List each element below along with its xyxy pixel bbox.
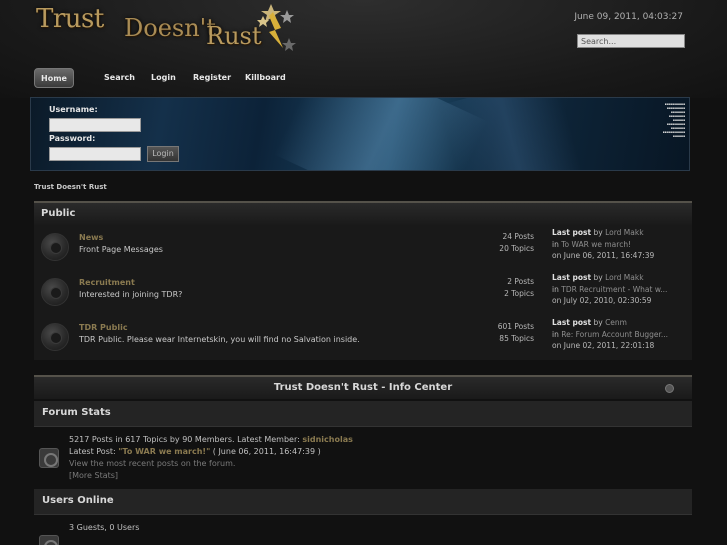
more-stats-link[interactable]: [More Stats] bbox=[69, 471, 118, 480]
by-word: by bbox=[593, 273, 603, 282]
last-post-topic[interactable]: TDR Recruitment - What w... bbox=[561, 285, 667, 294]
board-row: Recruitment Interested in joining TDR? 2… bbox=[34, 270, 692, 315]
stats-summary: 5217 Posts in 617 Topics by 90 Members. … bbox=[69, 435, 353, 444]
board-topics: 2 Topics bbox=[504, 289, 534, 298]
in-word: in bbox=[552, 329, 559, 339]
last-post-user[interactable]: Cenm bbox=[605, 318, 627, 327]
board-stats: 2 Posts 2 Topics bbox=[504, 276, 534, 300]
login-banner: Username: Password: Login ▪▪▪▪▪▪▪▪▪▪ ▪▪▪▪… bbox=[30, 97, 690, 171]
board-name[interactable]: Recruitment bbox=[79, 278, 135, 287]
search-input[interactable]: Search... bbox=[577, 34, 685, 48]
logo-stars-icon bbox=[257, 4, 296, 51]
board-status-icon bbox=[41, 233, 69, 261]
latest-post-line: Latest Post: "To WAR we march!" ( June 0… bbox=[69, 447, 321, 456]
board-description: Interested in joining TDR? bbox=[79, 290, 183, 299]
board-posts: 24 Posts bbox=[502, 232, 534, 241]
forum-stats-header: Forum Stats bbox=[34, 401, 692, 427]
logo-word-2: Doesn't bbox=[124, 14, 216, 42]
stats-summary-text: 5217 Posts in 617 Topics by 90 Members. … bbox=[69, 435, 300, 444]
board-last-post: Last post by Cenm in Re: Forum Account B… bbox=[552, 317, 668, 352]
forum-stats-title: Forum Stats bbox=[42, 407, 111, 418]
last-post-label: Last post bbox=[552, 228, 592, 237]
recent-posts-link[interactable]: View the most recent posts on the forum. bbox=[69, 459, 235, 468]
nav-search[interactable]: Search bbox=[104, 68, 135, 88]
password-label: Password: bbox=[49, 134, 96, 143]
info-center-title: Trust Doesn't Rust - Info Center bbox=[273, 382, 453, 393]
board-stats: 601 Posts 85 Topics bbox=[498, 321, 534, 345]
board-last-post: Last post by Lord Makk in To WAR we marc… bbox=[552, 227, 654, 262]
info-center-header: Trust Doesn't Rust - Info Center bbox=[34, 375, 692, 399]
last-post-label: Last post bbox=[552, 318, 592, 327]
last-post-label: Last post bbox=[552, 273, 592, 282]
category-title[interactable]: Public bbox=[41, 208, 75, 219]
in-word: in bbox=[552, 239, 559, 249]
banner-decoration: ▪▪▪▪▪▪▪▪▪▪ ▪▪▪▪▪▪▪▪▪ ▪▪▪▪▪▪▪ ▪▪▪▪▪▪▪▪ ▪▪▪▪▪▪… bbox=[662, 102, 685, 138]
board-name[interactable]: News bbox=[79, 233, 103, 242]
last-post-topic[interactable]: To WAR we march! bbox=[561, 240, 631, 249]
category-header-public: Public bbox=[34, 201, 692, 225]
username-field[interactable] bbox=[49, 118, 141, 132]
board-posts: 601 Posts bbox=[497, 322, 534, 331]
current-datetime: June 09, 2011, 04:03:27 bbox=[574, 12, 683, 22]
last-post-user[interactable]: Lord Makk bbox=[605, 273, 644, 282]
board-topics: 20 Topics bbox=[499, 244, 534, 253]
users-online-title: Users Online bbox=[42, 495, 114, 506]
username-label: Username: bbox=[49, 105, 98, 114]
nav-login[interactable]: Login bbox=[151, 68, 176, 88]
latest-post-prefix: Latest Post: bbox=[69, 447, 116, 456]
site-header: Trust Doesn't Rust June 09, 2011, 04:03:… bbox=[0, 0, 727, 98]
collapse-toggle-icon[interactable] bbox=[665, 384, 674, 393]
board-row: TDR Public TDR Public. Please wear Inter… bbox=[34, 315, 692, 360]
board-description: Front Page Messages bbox=[79, 245, 163, 254]
nav-killboard[interactable]: Killboard bbox=[245, 68, 286, 88]
site-logo[interactable]: Trust Doesn't Rust bbox=[34, 2, 296, 62]
password-field[interactable] bbox=[49, 147, 141, 161]
board-status-icon bbox=[41, 323, 69, 351]
logo-word-1: Trust bbox=[36, 4, 104, 34]
breadcrumb[interactable]: Trust Doesn't Rust bbox=[34, 183, 107, 191]
login-button[interactable]: Login bbox=[147, 146, 179, 162]
latest-post-link[interactable]: "To WAR we march!" bbox=[118, 447, 210, 456]
users-online-icon bbox=[39, 535, 59, 545]
latest-member-link[interactable]: sidnicholas bbox=[302, 435, 353, 444]
last-post-user[interactable]: Lord Makk bbox=[605, 228, 644, 237]
nav-register[interactable]: Register bbox=[193, 68, 231, 88]
latest-post-date: ( June 06, 2011, 16:47:39 ) bbox=[212, 447, 321, 456]
users-online-count: 3 Guests, 0 Users bbox=[69, 523, 140, 532]
board-topics: 85 Topics bbox=[499, 334, 534, 343]
nav-home[interactable]: Home bbox=[34, 68, 74, 88]
board-status-icon bbox=[41, 278, 69, 306]
in-word: in bbox=[552, 284, 559, 294]
last-post-date: on June 02, 2011, 22:01:18 bbox=[552, 341, 655, 350]
by-word: by bbox=[593, 228, 603, 237]
board-last-post: Last post by Lord Makk in TDR Recruitmen… bbox=[552, 272, 667, 307]
board-description: TDR Public. Please wear Internetskin, yo… bbox=[79, 335, 360, 344]
board-stats: 24 Posts 20 Topics bbox=[499, 231, 534, 255]
last-post-date: on June 06, 2011, 16:47:39 bbox=[552, 251, 655, 260]
by-word: by bbox=[593, 318, 603, 327]
last-post-topic[interactable]: Re: Forum Account Bugger... bbox=[561, 330, 668, 339]
stats-icon bbox=[39, 448, 59, 468]
board-row: News Front Page Messages 24 Posts 20 Top… bbox=[34, 225, 692, 270]
board-posts: 2 Posts bbox=[507, 277, 534, 286]
board-name[interactable]: TDR Public bbox=[79, 323, 128, 332]
users-online-header: Users Online bbox=[34, 489, 692, 515]
last-post-date: on July 02, 2010, 02:30:59 bbox=[552, 296, 652, 305]
